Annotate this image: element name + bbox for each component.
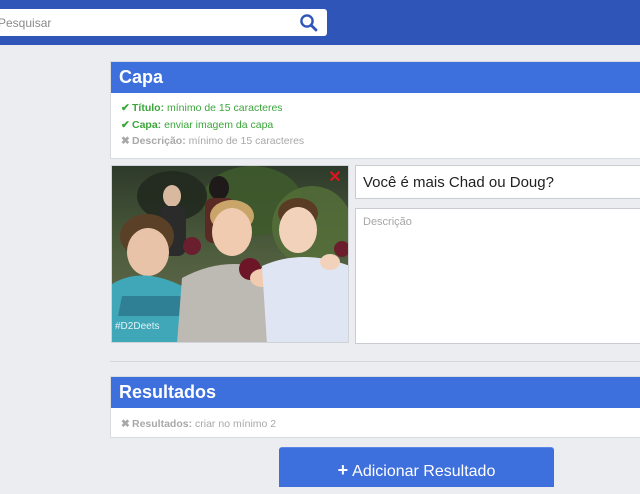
cover-panel-title: Capa	[111, 62, 640, 93]
cross-icon: ✖	[121, 418, 130, 430]
requirement-cover: ✔ Capa: enviar imagem da capa	[111, 117, 640, 134]
check-icon: ✔	[121, 102, 130, 114]
description-textarea[interactable]	[355, 208, 640, 344]
search-input[interactable]	[0, 9, 280, 36]
search-icon[interactable]	[299, 13, 319, 33]
results-panel: Resultados ✖ Resultados: criar no mínimo …	[110, 376, 640, 438]
cover-requirements: ✔ Título: mínimo de 15 caracteres ✔ Capa: …	[111, 93, 640, 150]
cover-panel: Capa ✔ Título: mínimo de 15 caracteres ✔ C…	[110, 61, 640, 159]
cross-icon: ✖	[121, 135, 130, 147]
search-box	[0, 9, 327, 36]
results-requirements: ✖ Resultados: criar no mínimo 2	[111, 408, 640, 433]
image-caption: #D2Deets	[115, 321, 160, 332]
plus-icon: +	[337, 460, 349, 480]
title-input[interactable]	[355, 165, 640, 199]
requirement-description: ✖ Descrição: mínimo de 15 caracteres	[111, 133, 640, 150]
cover-photo	[112, 166, 348, 342]
requirement-title: ✔ Título: mínimo de 15 caracteres	[111, 100, 640, 117]
add-result-label: Adicionar Resultado	[352, 463, 496, 480]
section-divider	[110, 361, 640, 362]
results-panel-title: Resultados	[111, 377, 640, 408]
top-bar	[0, 0, 640, 45]
cover-image: #D2Deets ✕	[111, 165, 349, 343]
requirement-results: ✖ Resultados: criar no mínimo 2	[111, 416, 640, 433]
add-result-button[interactable]: + Adicionar Resultado	[279, 447, 554, 487]
check-icon: ✔	[121, 118, 130, 131]
close-icon[interactable]: ✕	[328, 170, 342, 186]
